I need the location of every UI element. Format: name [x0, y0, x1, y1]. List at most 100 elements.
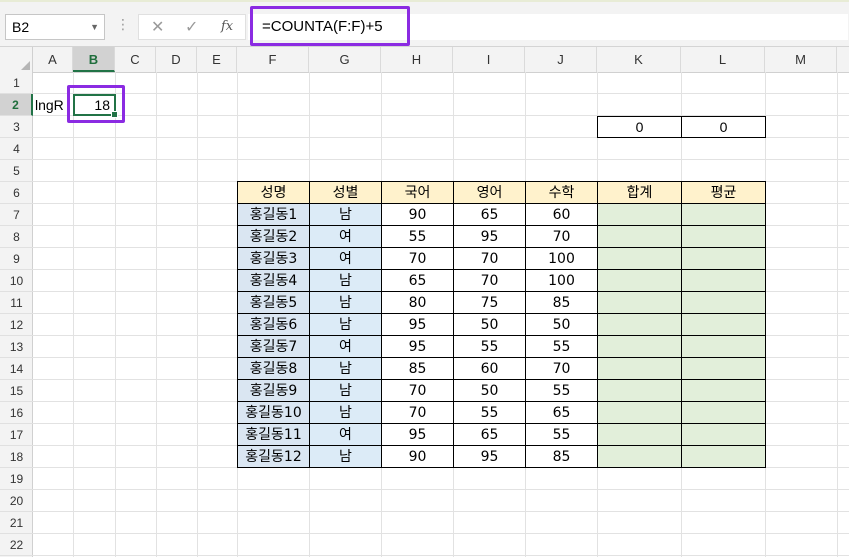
- average-cell[interactable]: [681, 313, 766, 336]
- row-header-13[interactable]: 13: [0, 336, 33, 358]
- cell-l3[interactable]: 0: [681, 116, 766, 138]
- column-header-h[interactable]: H: [381, 47, 453, 72]
- average-cell[interactable]: [681, 423, 766, 446]
- student-name-cell[interactable]: 홍길동8: [237, 357, 310, 380]
- student-name-cell[interactable]: 홍길동1: [237, 203, 310, 226]
- korean-score-cell[interactable]: 85: [381, 357, 454, 380]
- name-box-dropdown-icon[interactable]: ▼: [90, 15, 99, 39]
- total-cell[interactable]: [597, 225, 682, 248]
- cell-k3[interactable]: 0: [597, 116, 682, 138]
- math-score-cell[interactable]: 100: [525, 269, 598, 292]
- average-cell[interactable]: [681, 357, 766, 380]
- row-header-22[interactable]: 22: [0, 534, 33, 556]
- total-cell[interactable]: [597, 203, 682, 226]
- row-header-3[interactable]: 3: [0, 116, 33, 138]
- gender-cell[interactable]: 남: [309, 291, 382, 314]
- header-english[interactable]: 영어: [453, 181, 526, 204]
- column-header-d[interactable]: D: [156, 47, 197, 72]
- student-name-cell[interactable]: 홍길동11: [237, 423, 310, 446]
- english-score-cell[interactable]: 70: [453, 269, 526, 292]
- column-header-a[interactable]: A: [33, 47, 73, 72]
- header-korean[interactable]: 국어: [381, 181, 454, 204]
- row-header-12[interactable]: 12: [0, 314, 33, 336]
- average-cell[interactable]: [681, 225, 766, 248]
- english-score-cell[interactable]: 95: [453, 225, 526, 248]
- total-cell[interactable]: [597, 291, 682, 314]
- row-header-5[interactable]: 5: [0, 160, 33, 182]
- math-score-cell[interactable]: 70: [525, 225, 598, 248]
- row-header-15[interactable]: 15: [0, 380, 33, 402]
- column-header-f[interactable]: F: [237, 47, 309, 72]
- gender-cell[interactable]: 남: [309, 203, 382, 226]
- student-name-cell[interactable]: 홍길동3: [237, 247, 310, 270]
- math-score-cell[interactable]: 50: [525, 313, 598, 336]
- average-cell[interactable]: [681, 379, 766, 402]
- gender-cell[interactable]: 남: [309, 379, 382, 402]
- gender-cell[interactable]: 여: [309, 423, 382, 446]
- gender-cell[interactable]: 여: [309, 335, 382, 358]
- row-header-11[interactable]: 11: [0, 292, 33, 314]
- name-box[interactable]: B2 ▼: [5, 14, 105, 40]
- korean-score-cell[interactable]: 95: [381, 423, 454, 446]
- column-header-c[interactable]: C: [115, 47, 156, 72]
- english-score-cell[interactable]: 55: [453, 401, 526, 424]
- total-cell[interactable]: [597, 269, 682, 292]
- total-cell[interactable]: [597, 445, 682, 468]
- column-header-l[interactable]: L: [681, 47, 765, 72]
- korean-score-cell[interactable]: 65: [381, 269, 454, 292]
- english-score-cell[interactable]: 55: [453, 335, 526, 358]
- english-score-cell[interactable]: 65: [453, 423, 526, 446]
- math-score-cell[interactable]: 60: [525, 203, 598, 226]
- math-score-cell[interactable]: 55: [525, 379, 598, 402]
- gender-cell[interactable]: 여: [309, 225, 382, 248]
- gender-cell[interactable]: 남: [309, 357, 382, 380]
- korean-score-cell[interactable]: 90: [381, 203, 454, 226]
- total-cell[interactable]: [597, 335, 682, 358]
- row-header-16[interactable]: 16: [0, 402, 33, 424]
- total-cell[interactable]: [597, 379, 682, 402]
- english-score-cell[interactable]: 75: [453, 291, 526, 314]
- student-name-cell[interactable]: 홍길동10: [237, 401, 310, 424]
- cancel-x-icon[interactable]: ✕: [151, 17, 164, 37]
- row-header-2[interactable]: 2: [0, 94, 33, 116]
- row-header-17[interactable]: 17: [0, 424, 33, 446]
- average-cell[interactable]: [681, 291, 766, 314]
- gender-cell[interactable]: 여: [309, 247, 382, 270]
- korean-score-cell[interactable]: 80: [381, 291, 454, 314]
- column-header-k[interactable]: K: [597, 47, 681, 72]
- korean-score-cell[interactable]: 70: [381, 247, 454, 270]
- enter-check-icon[interactable]: ✓: [185, 17, 198, 37]
- math-score-cell[interactable]: 55: [525, 423, 598, 446]
- header-name[interactable]: 성명: [237, 181, 310, 204]
- gender-cell[interactable]: 남: [309, 269, 382, 292]
- english-score-cell[interactable]: 65: [453, 203, 526, 226]
- row-header-21[interactable]: 21: [0, 512, 33, 534]
- math-score-cell[interactable]: 100: [525, 247, 598, 270]
- total-cell[interactable]: [597, 401, 682, 424]
- total-cell[interactable]: [597, 423, 682, 446]
- column-header-e[interactable]: E: [197, 47, 237, 72]
- select-all-button[interactable]: [0, 47, 33, 72]
- row-header-19[interactable]: 19: [0, 468, 33, 490]
- korean-score-cell[interactable]: 95: [381, 335, 454, 358]
- header-math[interactable]: 수학: [525, 181, 598, 204]
- row-header-18[interactable]: 18: [0, 446, 33, 468]
- column-header-g[interactable]: G: [309, 47, 381, 72]
- average-cell[interactable]: [681, 335, 766, 358]
- row-header-10[interactable]: 10: [0, 270, 33, 292]
- row-header-4[interactable]: 4: [0, 138, 33, 160]
- korean-score-cell[interactable]: 90: [381, 445, 454, 468]
- student-name-cell[interactable]: 홍길동12: [237, 445, 310, 468]
- total-cell[interactable]: [597, 357, 682, 380]
- header-gender[interactable]: 성별: [309, 181, 382, 204]
- math-score-cell[interactable]: 70: [525, 357, 598, 380]
- header-average[interactable]: 평균: [681, 181, 766, 204]
- korean-score-cell[interactable]: 95: [381, 313, 454, 336]
- total-cell[interactable]: [597, 247, 682, 270]
- student-name-cell[interactable]: 홍길동6: [237, 313, 310, 336]
- gender-cell[interactable]: 남: [309, 401, 382, 424]
- toolbar-grip-icon[interactable]: ⋮: [116, 16, 130, 33]
- student-name-cell[interactable]: 홍길동4: [237, 269, 310, 292]
- average-cell[interactable]: [681, 445, 766, 468]
- student-name-cell[interactable]: 홍길동7: [237, 335, 310, 358]
